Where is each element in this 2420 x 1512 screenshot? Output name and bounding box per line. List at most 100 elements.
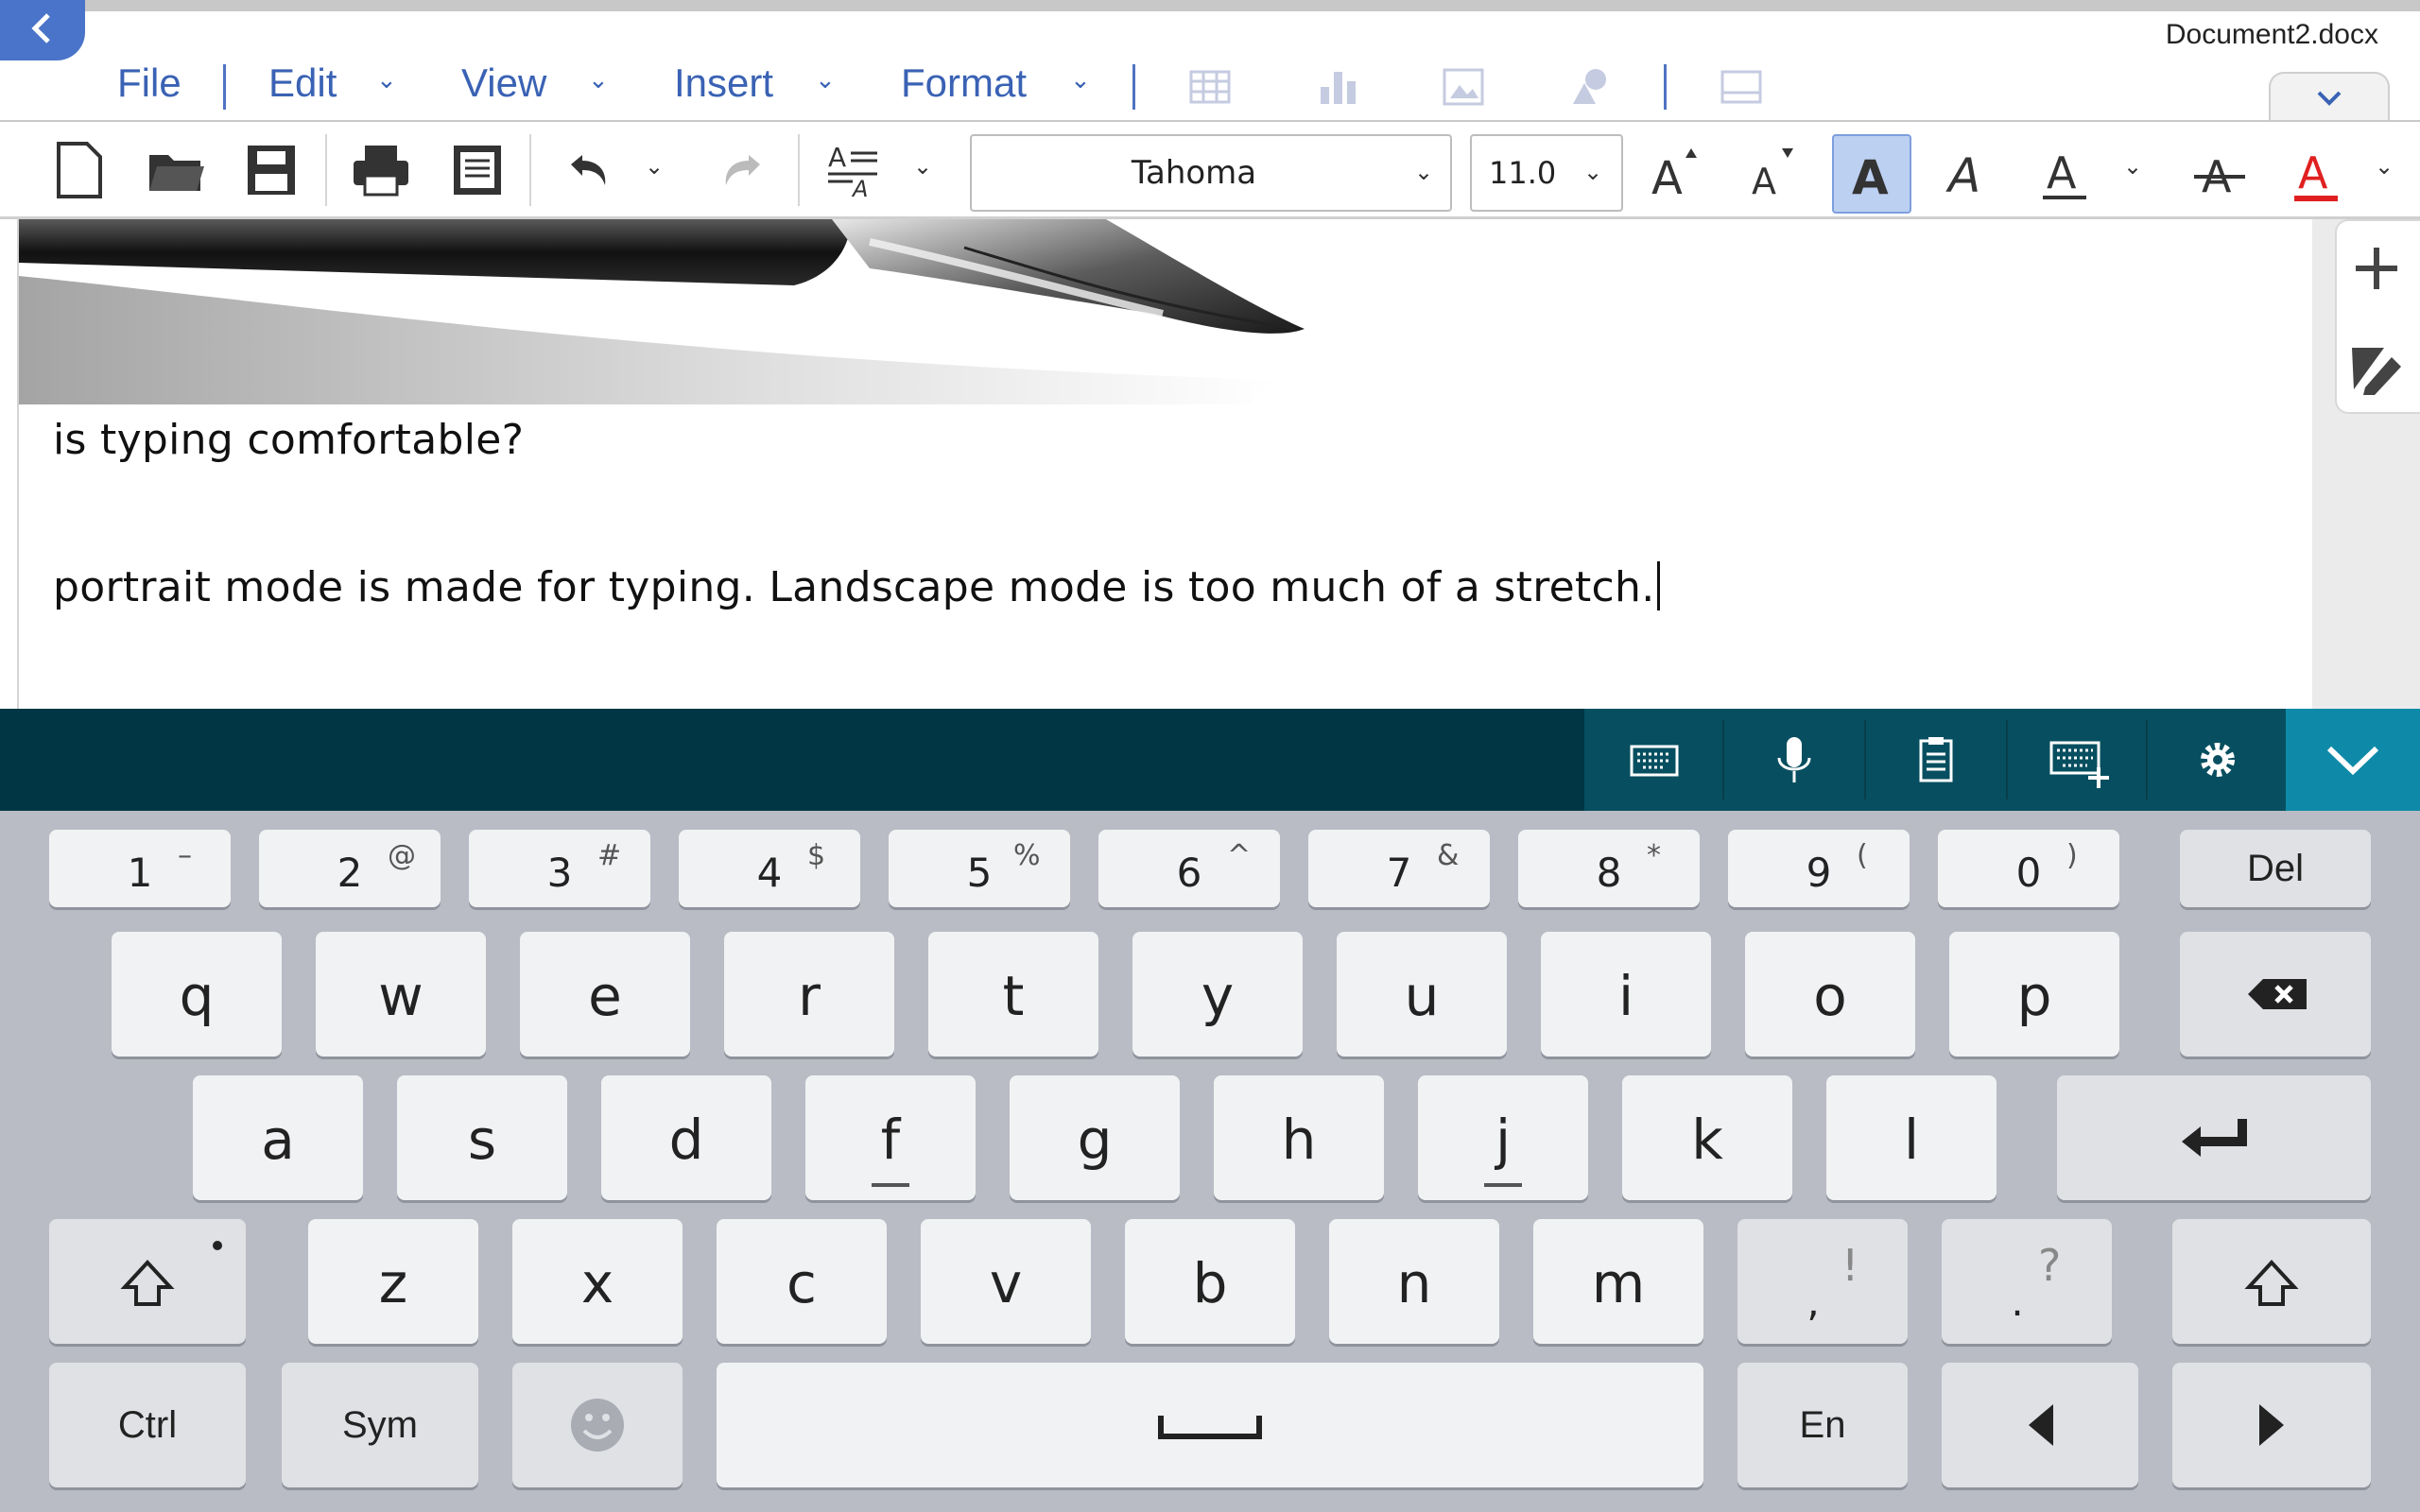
undo-icon[interactable]: [554, 134, 620, 204]
table-icon[interactable]: [1182, 59, 1238, 115]
chevron-down-icon[interactable]: ⌄: [815, 66, 836, 94]
key-c[interactable]: c: [717, 1219, 887, 1344]
save-icon[interactable]: [238, 134, 304, 204]
cursor-left-key[interactable]: [1942, 1363, 2138, 1487]
key-z[interactable]: z: [308, 1219, 478, 1344]
key-p[interactable]: p: [1949, 932, 2119, 1057]
key-label: 1: [127, 850, 153, 896]
shift-key-left[interactable]: [49, 1219, 246, 1344]
textbox-icon[interactable]: [1713, 59, 1770, 115]
shift-key-right[interactable]: [2172, 1219, 2371, 1344]
delete-key[interactable]: Del: [2180, 830, 2371, 907]
page-view-icon[interactable]: [444, 134, 510, 204]
key-9[interactable]: 9(: [1728, 830, 1910, 907]
key-comma[interactable]: ,!: [1737, 1219, 1908, 1344]
back-button[interactable]: [0, 0, 85, 60]
open-folder-icon[interactable]: [142, 134, 208, 204]
new-document-icon[interactable]: [45, 134, 112, 204]
key-5[interactable]: 5%: [889, 830, 1070, 907]
text-style-icon[interactable]: AA: [819, 134, 885, 204]
key-h[interactable]: h: [1214, 1075, 1384, 1200]
key-g[interactable]: g: [1010, 1075, 1180, 1200]
menu-format[interactable]: Format: [901, 60, 1027, 106]
chart-icon[interactable]: [1309, 59, 1366, 115]
key-t[interactable]: t: [928, 932, 1098, 1057]
keyboard-settings-button[interactable]: [2148, 709, 2288, 811]
key-n[interactable]: n: [1329, 1219, 1499, 1344]
key-f[interactable]: f: [805, 1075, 976, 1200]
key-1[interactable]: 1–: [49, 830, 231, 907]
key-m[interactable]: m: [1533, 1219, 1703, 1344]
menu-file[interactable]: File: [117, 60, 182, 106]
key-v[interactable]: v: [921, 1219, 1091, 1344]
ctrl-key[interactable]: Ctrl: [49, 1363, 246, 1487]
chevron-down-icon[interactable]: ⌄: [2123, 153, 2142, 180]
voice-input-button[interactable]: [1724, 709, 1864, 811]
document-paragraph[interactable]: is typing comfortable?: [53, 416, 524, 464]
menu-edit[interactable]: Edit: [268, 60, 337, 106]
fountain-pen-nib-image[interactable]: [19, 219, 1323, 404]
chevron-down-icon[interactable]: ⌄: [376, 66, 397, 94]
image-icon[interactable]: [1435, 59, 1492, 115]
key-2[interactable]: 2 @: [259, 830, 441, 907]
key-3[interactable]: 3 #: [469, 830, 650, 907]
enter-key[interactable]: [2057, 1075, 2371, 1200]
keyboard-options-button[interactable]: [2008, 709, 2148, 811]
key-l[interactable]: l: [1826, 1075, 1996, 1200]
document-paragraph-current[interactable]: portrait mode is made for typing. Landsc…: [53, 561, 1660, 611]
font-size-select[interactable]: 11.0 ⌄: [1470, 134, 1623, 212]
keyboard-mode-button[interactable]: [1584, 709, 1724, 811]
key-j[interactable]: j: [1418, 1075, 1588, 1200]
pen-edit-icon[interactable]: [2346, 340, 2407, 397]
chevron-down-icon[interactable]: ⌄: [1070, 66, 1091, 94]
clipboard-button[interactable]: [1866, 709, 2006, 811]
chevron-down-icon[interactable]: ⌄: [2375, 153, 2394, 180]
key-4[interactable]: 4 $: [679, 830, 860, 907]
increase-font-size-button[interactable]: A: [1639, 134, 1715, 210]
key-b[interactable]: b: [1125, 1219, 1295, 1344]
add-icon[interactable]: [2348, 240, 2405, 297]
cursor-right-key[interactable]: [2172, 1363, 2371, 1487]
strikethrough-button[interactable]: A: [2182, 134, 2257, 210]
key-d[interactable]: d: [601, 1075, 771, 1200]
key-i[interactable]: i: [1541, 932, 1711, 1057]
hide-keyboard-button[interactable]: [2286, 709, 2420, 811]
redo-icon[interactable]: [711, 134, 777, 204]
chevron-down-icon[interactable]: ⌄: [588, 66, 609, 94]
language-key[interactable]: En: [1737, 1363, 1908, 1487]
space-key[interactable]: [717, 1363, 1703, 1487]
key-8[interactable]: 8 *: [1518, 830, 1700, 907]
chevron-down-icon[interactable]: ⌄: [913, 153, 932, 180]
menu-insert[interactable]: Insert: [674, 60, 773, 106]
key-7[interactable]: 7 &: [1308, 830, 1490, 907]
key-k[interactable]: k: [1622, 1075, 1792, 1200]
print-icon[interactable]: [348, 134, 414, 204]
collapse-ribbon-button[interactable]: [2269, 72, 2390, 123]
key-period[interactable]: .?: [1942, 1219, 2112, 1344]
key-s[interactable]: s: [397, 1075, 567, 1200]
key-y[interactable]: y: [1132, 932, 1303, 1057]
menu-view[interactable]: View: [461, 60, 546, 106]
underline-button[interactable]: A: [2027, 134, 2102, 210]
font-color-button[interactable]: A: [2278, 134, 2354, 210]
key-w[interactable]: w: [316, 932, 486, 1057]
backspace-key[interactable]: [2180, 932, 2371, 1057]
key-q[interactable]: q: [112, 932, 282, 1057]
italic-button[interactable]: A: [1928, 134, 2004, 210]
shapes-icon[interactable]: [1562, 59, 1618, 115]
key-e[interactable]: e: [520, 932, 690, 1057]
key-label: 0: [2015, 850, 2042, 896]
key-x[interactable]: x: [512, 1219, 683, 1344]
sym-key[interactable]: Sym: [282, 1363, 478, 1487]
key-6[interactable]: 6 ^: [1098, 830, 1280, 907]
key-u[interactable]: u: [1337, 932, 1507, 1057]
key-r[interactable]: r: [724, 932, 894, 1057]
key-a[interactable]: a: [193, 1075, 363, 1200]
bold-button[interactable]: A: [1832, 134, 1911, 214]
chevron-down-icon[interactable]: ⌄: [645, 153, 664, 180]
decrease-font-size-button[interactable]: A: [1736, 134, 1811, 210]
font-family-select[interactable]: Tahoma ⌄: [970, 134, 1452, 212]
key-o[interactable]: o: [1745, 932, 1915, 1057]
emoji-key[interactable]: [512, 1363, 683, 1487]
key-0[interactable]: 0): [1938, 830, 2119, 907]
